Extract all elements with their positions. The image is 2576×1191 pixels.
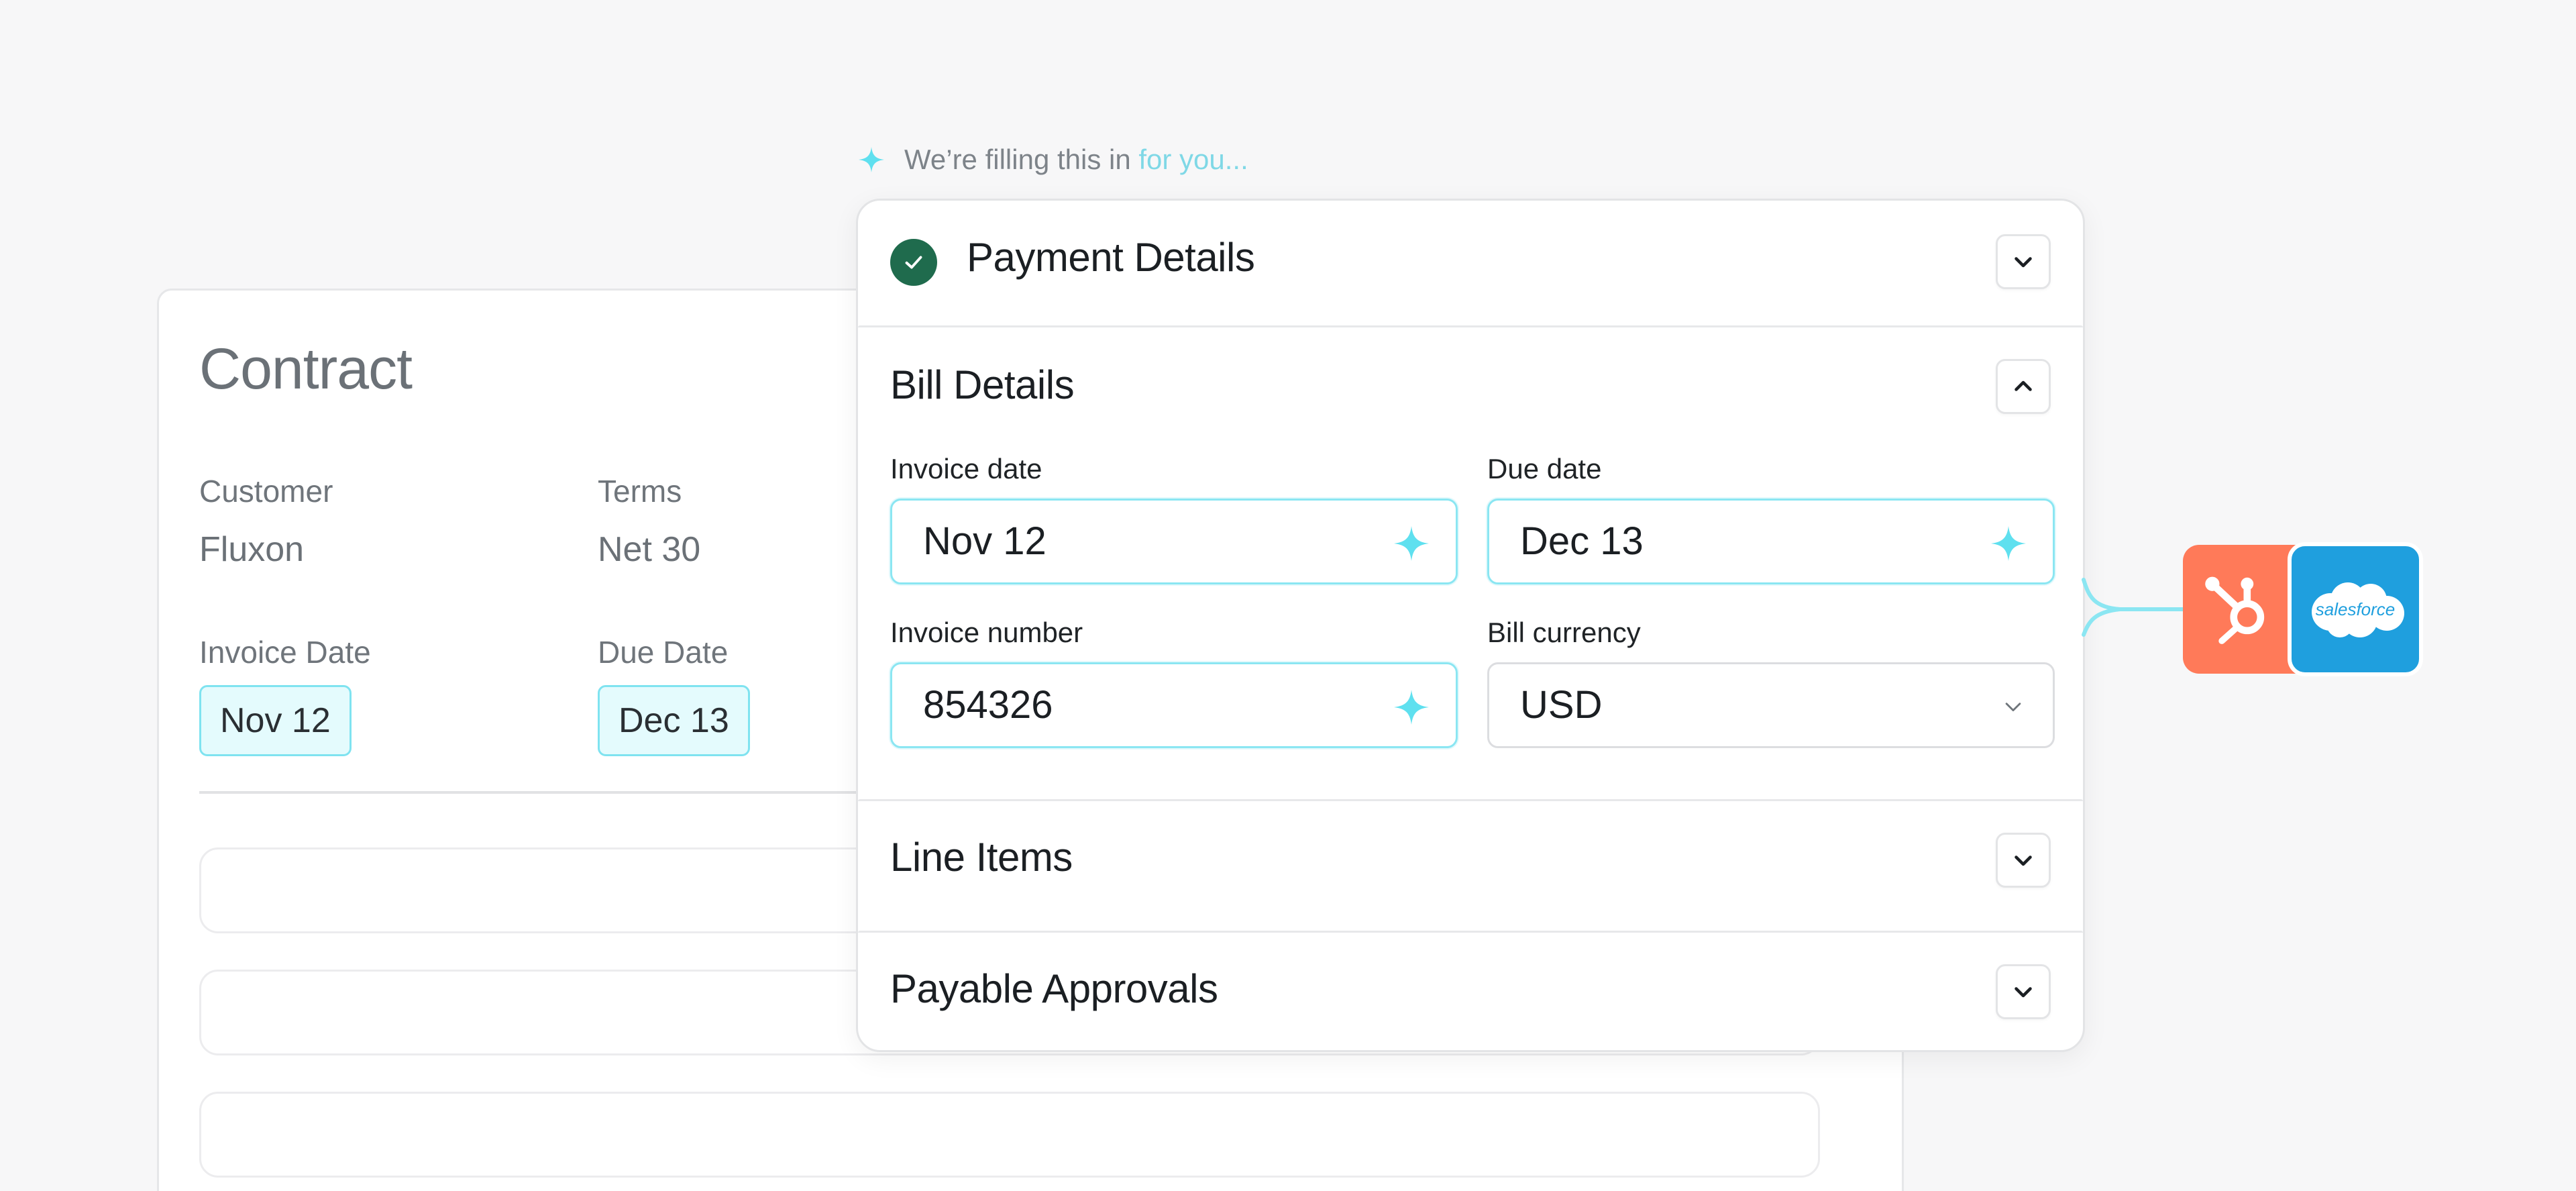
- chevron-down-icon: [2015, 856, 2032, 866]
- section-divider: [858, 799, 2083, 801]
- chevron-down-icon: [2015, 987, 2032, 998]
- section-title-line-items: Line Items: [890, 835, 1073, 880]
- payment-details-expand-button[interactable]: [1996, 234, 2051, 289]
- invoice-date-label: Invoice Date: [199, 635, 371, 670]
- integration-connector: [2082, 578, 2187, 637]
- due-date-field-label: Due date: [1487, 453, 1602, 484]
- sparkle-icon: [1394, 526, 1429, 561]
- hubspot-logo: [2183, 545, 2296, 674]
- terms-value: Net 30: [598, 530, 701, 569]
- hubspot-sprocket-icon: [2205, 576, 2265, 644]
- payable-approvals-expand-button[interactable]: [1996, 964, 2051, 1019]
- chevron-down-icon: [2005, 703, 2021, 712]
- contract-title: Contract: [199, 337, 413, 401]
- section-title-payable-approvals: Payable Approvals: [890, 966, 1218, 1011]
- due-date-chip: Dec 13: [598, 685, 750, 756]
- section-divider: [858, 931, 2083, 933]
- salesforce-logo: salesforce: [2288, 542, 2423, 676]
- terms-label: Terms: [598, 474, 682, 509]
- invoice-date-input[interactable]: Nov 12: [890, 499, 1458, 584]
- invoice-date-chip: Nov 12: [199, 685, 352, 756]
- due-date-input[interactable]: Dec 13: [1487, 499, 2055, 584]
- line-items-expand-button[interactable]: [1996, 833, 2051, 888]
- bill-form-panel: Payment Details Bill Details Invoice dat…: [856, 199, 2085, 1052]
- customer-value: Fluxon: [199, 530, 305, 569]
- bill-currency-select-value: USD: [1520, 683, 1603, 727]
- check-circle-icon: [890, 239, 937, 286]
- customer-label: Customer: [199, 474, 333, 509]
- autofill-hint-text: We’re filling this in for you...: [904, 144, 1248, 175]
- bill-currency-field-label: Bill currency: [1487, 617, 1641, 648]
- due-date-input-value: Dec 13: [1520, 519, 1644, 563]
- invoice-number-input[interactable]: 854326: [890, 662, 1458, 748]
- section-divider: [858, 325, 2083, 327]
- invoice-number-field-label: Invoice number: [890, 617, 1083, 648]
- autofill-hint: We’re filling this in for you...: [859, 140, 1248, 180]
- section-title-bill-details: Bill Details: [890, 362, 1075, 407]
- bill-details-collapse-button[interactable]: [1996, 359, 2051, 414]
- invoice-date-input-value: Nov 12: [923, 519, 1046, 563]
- invoice-number-input-value: 854326: [923, 683, 1053, 727]
- sparkle-icon: [1394, 690, 1429, 725]
- section-title-payment-details: Payment Details: [967, 235, 1255, 280]
- contract-line-placeholder: [199, 1092, 1820, 1178]
- bill-currency-select[interactable]: USD: [1487, 662, 2055, 748]
- salesforce-logo-text: salesforce: [2315, 599, 2396, 619]
- sparkle-icon: [1991, 526, 2026, 561]
- chevron-down-icon: [2015, 257, 2032, 268]
- invoice-date-field-label: Invoice date: [890, 453, 1042, 484]
- stage: Contract Customer Fluxon Terms Net 30 In…: [0, 0, 2576, 1191]
- salesforce-cloud-icon: salesforce: [2304, 577, 2407, 641]
- due-date-label: Due Date: [598, 635, 729, 670]
- chevron-up-icon: [2015, 380, 2032, 391]
- sparkle-icon: [859, 147, 884, 172]
